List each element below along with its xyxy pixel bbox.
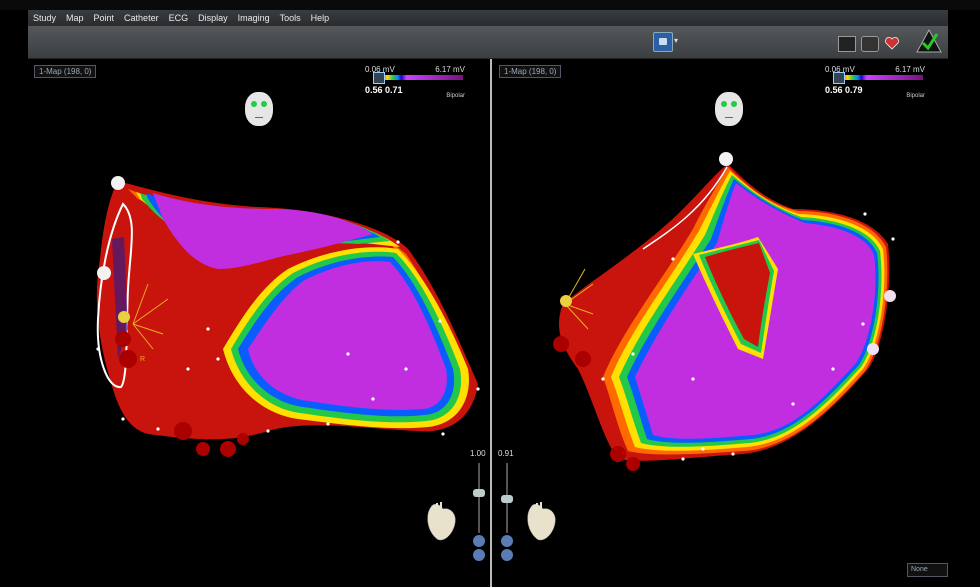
left-voltage-map[interactable]: R	[28, 59, 489, 587]
menu-ecg[interactable]: ECG	[164, 10, 194, 26]
heart-orientation-icon[interactable]	[423, 499, 457, 543]
right-transparency-slider[interactable]: 0.91	[498, 449, 518, 569]
right-voltage-map[interactable]: R	[493, 59, 948, 587]
catheter-label: R	[140, 356, 145, 363]
screen-bezel	[0, 0, 980, 10]
snapshot-camera-button[interactable]	[653, 32, 673, 52]
chevron-down-icon[interactable]	[501, 549, 513, 561]
toolbar: ▾	[28, 26, 948, 59]
right-map-viewport[interactable]: 1-Map (198, 0) 0.06 mV 6.17 mV 0.56 0.79…	[493, 59, 948, 587]
slider-reset-button[interactable]	[473, 535, 485, 547]
menu-map[interactable]: Map	[61, 10, 89, 26]
slider-knob[interactable]	[473, 489, 485, 497]
slider-value: 1.00	[470, 449, 486, 458]
left-map-viewport[interactable]: 1-Map (198, 0) 0.06 mV 6.17 mV 0.56 0.71…	[28, 59, 489, 587]
landmark-tag[interactable]	[118, 311, 130, 323]
menu-help[interactable]: Help	[306, 10, 335, 26]
landmark-tag[interactable]	[867, 343, 879, 355]
chevron-down-icon[interactable]	[473, 549, 485, 561]
viewport-divider[interactable]	[490, 59, 492, 587]
monitor-icon[interactable]	[838, 36, 856, 52]
heart-orientation-icon[interactable]	[523, 499, 557, 543]
landmark-tag[interactable]	[111, 176, 125, 190]
chevron-down-icon[interactable]: ▾	[674, 36, 678, 45]
left-transparency-slider[interactable]: 1.00	[470, 449, 489, 569]
slider-knob[interactable]	[501, 495, 513, 503]
menu-catheter[interactable]: Catheter	[119, 10, 164, 26]
landmark-tag[interactable]	[719, 152, 733, 166]
landmark-tag[interactable]	[884, 290, 896, 302]
none-select[interactable]: None	[907, 563, 948, 577]
menu-study[interactable]: Study	[28, 10, 61, 26]
heart-icon[interactable]	[884, 36, 900, 50]
display-settings-icon[interactable]	[861, 36, 879, 52]
menu-point[interactable]: Point	[89, 10, 120, 26]
slider-reset-button[interactable]	[501, 535, 513, 547]
slider-value: 0.91	[498, 449, 514, 458]
menu-bar: Study Map Point Catheter ECG Display Ima…	[28, 10, 948, 26]
checkmark-logo-icon	[916, 28, 942, 53]
slider-track[interactable]	[478, 463, 480, 533]
landmark-tag[interactable]	[560, 295, 572, 307]
landmark-tag[interactable]	[97, 266, 111, 280]
menu-tools[interactable]: Tools	[275, 10, 306, 26]
menu-display[interactable]: Display	[193, 10, 233, 26]
menu-imaging[interactable]: Imaging	[233, 10, 275, 26]
